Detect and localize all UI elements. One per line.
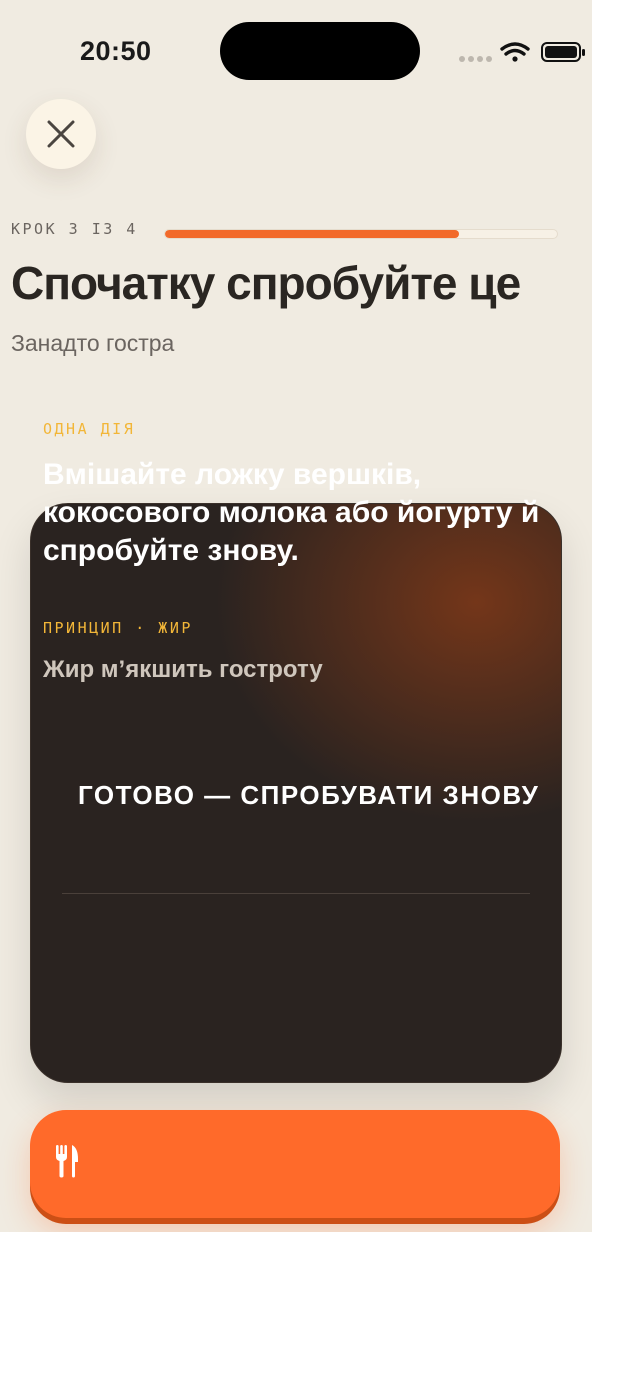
wifi-icon <box>500 42 530 62</box>
page-title: Спочатку спробуйте це <box>11 257 521 309</box>
status-icons <box>458 40 588 64</box>
progress-fill <box>165 230 459 238</box>
cook-button[interactable] <box>30 1110 560 1218</box>
progress-bar <box>164 229 558 239</box>
close-icon <box>47 120 75 148</box>
action-text: Вмішайте ложку вершків, кокосового молок… <box>43 458 540 567</box>
page-subtitle: Занадто гостра <box>11 330 175 356</box>
card-divider <box>62 893 530 894</box>
fork-knife-icon <box>56 1145 78 1178</box>
status-time: 20:50 <box>80 36 152 66</box>
step-label: КРОК 3 ІЗ 4 <box>11 220 138 238</box>
signal-icon <box>459 56 492 62</box>
screen: 20:50 КРОК 3 ІЗ 4 Спочатку спробуйте це … <box>0 0 592 1232</box>
principle-text: Жир м’якшить гостроту <box>43 656 323 683</box>
principle-label: ПРИНЦИП · ЖИР <box>43 619 193 637</box>
action-label: ОДНА ДІЯ <box>43 420 136 438</box>
dynamic-island <box>220 22 420 80</box>
battery-icon <box>541 42 585 62</box>
close-button[interactable] <box>26 99 96 169</box>
retry-button[interactable]: ГОТОВО — СПРОБУВАТИ ЗНОВУ <box>78 780 539 811</box>
